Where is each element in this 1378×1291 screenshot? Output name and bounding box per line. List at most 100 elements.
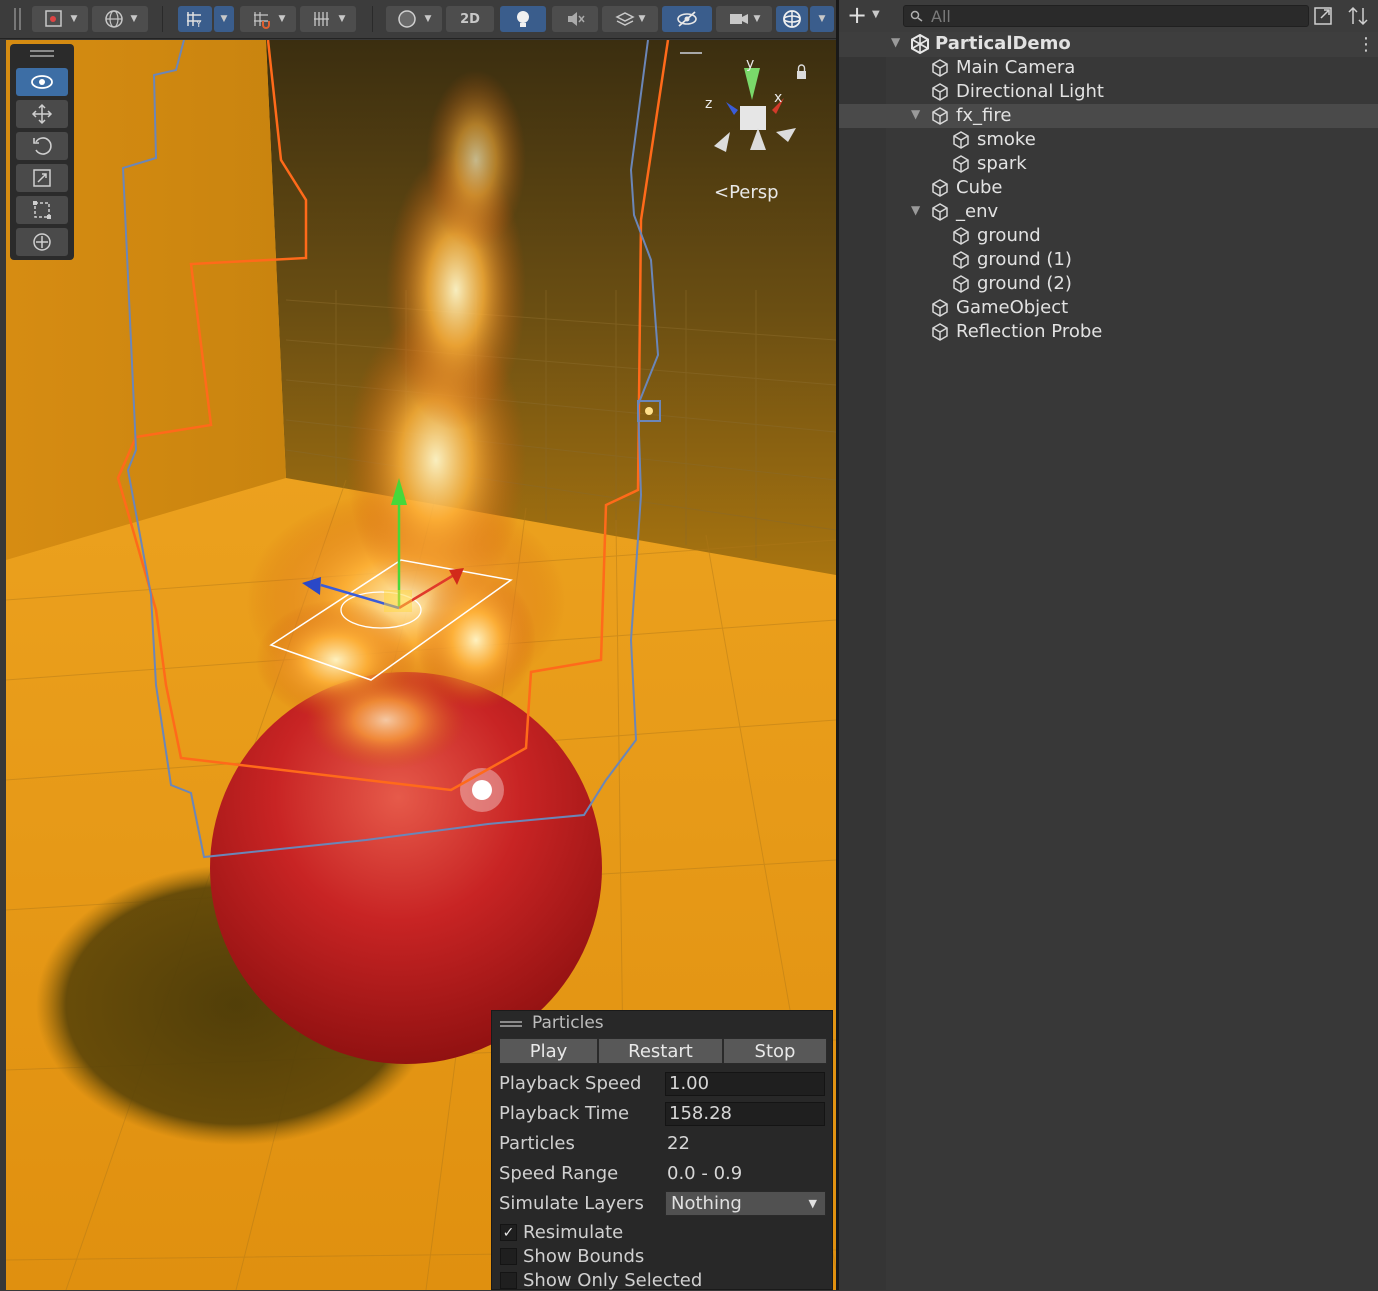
hierarchy-item-spark[interactable]: spark [839, 152, 1378, 176]
fold-down-icon[interactable]: ▼ [911, 203, 920, 217]
grid-visibility-button[interactable]: ▼ [300, 6, 356, 32]
gameobject-cube-icon [932, 203, 948, 221]
stop-button[interactable]: Stop [723, 1038, 827, 1064]
fold-down-icon[interactable]: ▼ [891, 35, 900, 49]
hierarchy-item-main-camera[interactable]: Main Camera [839, 56, 1378, 80]
scene-row[interactable]: ▼ ParticalDemo ⋮ [839, 32, 1378, 57]
scene-toolbar: ▼ ▼ Y ▼ ▼ ▼ ▼ 2D ▼ ▼ ▼ [0, 0, 838, 39]
gameobject-cube-icon [932, 107, 948, 125]
search-placeholder: All [931, 7, 951, 26]
palette-grip-2 [30, 55, 54, 57]
draw-mode-button[interactable]: ▼ [32, 6, 88, 32]
transform-icon [33, 233, 51, 251]
transform-tool-button[interactable] [16, 228, 68, 256]
simulate-layers-dropdown[interactable]: Nothing ▼ [665, 1191, 826, 1216]
speed-range-label: Speed Range [499, 1163, 619, 1184]
grid-icon [313, 12, 329, 26]
show-only-selected-checkbox[interactable] [500, 1272, 517, 1289]
light-bulb-icon [517, 11, 529, 27]
hierarchy-item-fx-fire[interactable]: ▼ fx_fire [839, 104, 1378, 128]
hierarchy-item-label: Reflection Probe [956, 321, 1103, 342]
scene-name: ParticalDemo [935, 33, 1071, 54]
effects-button[interactable]: ▼ [602, 6, 658, 32]
gameobject-cube-icon [953, 275, 969, 293]
gameobject-cube-icon [953, 251, 969, 269]
hierarchy-item-label: Directional Light [956, 81, 1104, 102]
chevron-down-icon: ▼ [753, 14, 761, 24]
simulate-layers-value: Nothing [671, 1193, 742, 1214]
hierarchy-item-directional-light[interactable]: Directional Light [839, 80, 1378, 104]
hierarchy-item-label: ground (2) [977, 273, 1072, 294]
gizmo-z-label: z [705, 96, 712, 112]
chevron-down-icon: ▼ [70, 14, 78, 24]
draw-mode-icon [44, 10, 62, 27]
fold-down-icon[interactable]: ▼ [911, 107, 920, 121]
shading-mode-button[interactable]: ▼ [386, 6, 442, 32]
hierarchy-search-input[interactable]: All [903, 5, 1309, 27]
sort-arrows-icon [1348, 6, 1368, 26]
restart-button[interactable]: Restart [598, 1038, 723, 1064]
hierarchy-toolbar: + ▼ All [839, 0, 1378, 33]
open-window-icon [1314, 7, 1332, 25]
hierarchy-item-reflection-probe[interactable]: Reflection Probe [839, 320, 1378, 344]
lighting-toggle-button[interactable] [500, 6, 546, 32]
snap-magnet-icon [253, 12, 270, 29]
audio-toggle-button[interactable] [552, 6, 598, 32]
chevron-down-icon: ▼ [220, 14, 228, 24]
svg-text:Y: Y [195, 20, 202, 29]
gizmo-sphere-icon [783, 10, 801, 28]
gameobject-cube-icon [932, 59, 948, 77]
toolbar-grip-2 [19, 8, 21, 30]
hierarchy-item-ground[interactable]: ground [839, 224, 1378, 248]
chevron-down-icon: ▼ [130, 14, 138, 24]
rotate-tool-button[interactable] [16, 132, 68, 160]
gameobject-cube-icon [953, 227, 969, 245]
move-tool-button[interactable] [16, 100, 68, 128]
hierarchy-item-ground-1[interactable]: ground (1) [839, 248, 1378, 272]
chevron-down-icon: ▼ [872, 9, 880, 20]
more-options-icon[interactable]: ⋮ [1357, 34, 1375, 55]
global-local-button[interactable]: ▼ [92, 6, 148, 32]
sort-button[interactable] [1347, 5, 1371, 27]
panel-grip[interactable] [500, 1021, 522, 1023]
palette-grip[interactable] [30, 50, 54, 52]
playback-time-label: Playback Time [499, 1103, 630, 1124]
hierarchy-item-ground-2[interactable]: ground (2) [839, 272, 1378, 296]
scene-visibility-toggle-button[interactable] [1313, 5, 1335, 27]
resimulate-label: Resimulate [523, 1222, 624, 1243]
resimulate-checkbox[interactable]: ✓ [500, 1224, 517, 1241]
rotate-icon [33, 137, 52, 155]
hierarchy-item-cube[interactable]: Cube [839, 176, 1378, 200]
2d-toggle-button[interactable]: 2D [446, 6, 494, 32]
view-tool-button[interactable] [16, 68, 68, 96]
scene-visibility-button[interactable] [662, 6, 712, 32]
playback-speed-field[interactable]: 1.00 [665, 1072, 825, 1096]
playback-time-field[interactable]: 158.28 [665, 1102, 825, 1126]
eye-icon [31, 75, 53, 89]
effects-layers-icon [614, 12, 635, 26]
overlay-handle[interactable] [680, 52, 702, 54]
persp-chevron-icon: < [714, 182, 730, 203]
projection-label[interactable]: <Persp [714, 182, 779, 203]
scale-tool-button[interactable] [16, 164, 68, 192]
show-bounds-checkbox[interactable] [500, 1248, 517, 1265]
gizmo-x-label: x [774, 90, 782, 106]
hidden-eye-icon [677, 11, 697, 27]
hierarchy-item-smoke[interactable]: smoke [839, 128, 1378, 152]
hierarchy-item-env[interactable]: ▼ _env [839, 200, 1378, 224]
gizmos-dropdown[interactable]: ▼ [810, 6, 834, 32]
create-button[interactable]: + ▼ [847, 1, 887, 29]
grid-snap-dropdown[interactable]: ▼ [214, 6, 234, 32]
gizmos-button[interactable] [776, 6, 808, 32]
toolbar-separator [372, 6, 373, 32]
rect-tool-button[interactable] [16, 196, 68, 224]
hierarchy-item-label: smoke [977, 129, 1036, 150]
play-button[interactable]: Play [499, 1038, 598, 1064]
increment-snap-button[interactable]: ▼ [240, 6, 296, 32]
camera-settings-button[interactable]: ▼ [716, 6, 772, 32]
hierarchy-item-gameobject[interactable]: GameObject [839, 296, 1378, 320]
scale-icon [33, 169, 51, 187]
move-icon [31, 103, 53, 125]
toolbar-grip[interactable] [14, 8, 16, 30]
grid-snap-button[interactable]: Y [178, 6, 212, 32]
